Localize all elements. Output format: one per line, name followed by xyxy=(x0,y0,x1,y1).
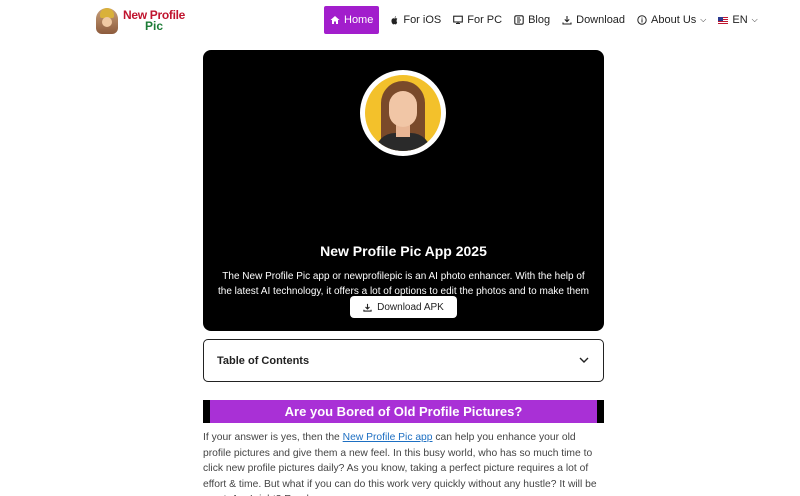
download-icon xyxy=(363,303,372,312)
logo-line2: Pic xyxy=(145,19,164,33)
chevron-down-icon: ⌵ xyxy=(700,15,707,24)
home-icon xyxy=(330,16,340,24)
nav-blog-label: Blog xyxy=(528,14,551,26)
logo-text: New Profile Pic xyxy=(123,9,185,33)
nav-pc[interactable]: For PC xyxy=(453,6,502,34)
chevron-down-icon: ⌵ xyxy=(751,15,758,24)
para-text-before: If your answer is yes, then the xyxy=(203,432,343,443)
download-apk-label: Download APK xyxy=(377,301,444,313)
site-logo[interactable]: New Profile Pic xyxy=(96,6,186,36)
nav-blog[interactable]: Blog xyxy=(514,6,550,34)
logo-avatar-icon xyxy=(96,8,118,34)
new-profile-pic-link[interactable]: New Profile Pic app xyxy=(343,432,433,443)
toc-title: Table of Contents xyxy=(217,354,310,367)
nav-language[interactable]: EN ⌵ xyxy=(718,6,758,34)
download-icon xyxy=(562,16,572,25)
nav-ios-label: For iOS xyxy=(403,14,442,26)
us-flag-icon xyxy=(718,16,729,24)
nav-about-label: About Us xyxy=(651,14,697,26)
table-of-contents-toggle[interactable]: Table of Contents xyxy=(203,339,604,382)
hero-avatar xyxy=(360,70,446,156)
chevron-down-icon xyxy=(578,351,590,370)
nav-download-label: Download xyxy=(576,14,626,26)
section-heading: Are you Bored of Old Profile Pictures? xyxy=(203,400,604,423)
hero-card: New Profile Pic App 2025 The New Profile… xyxy=(203,50,604,331)
site-header: New Profile Pic Home For iOS For PC Blog… xyxy=(0,0,800,40)
nav-language-label: EN xyxy=(732,14,748,26)
section-heading-text: Are you Bored of Old Profile Pictures? xyxy=(284,404,523,419)
info-icon xyxy=(637,15,647,25)
woman-portrait-icon xyxy=(365,75,441,151)
apple-icon xyxy=(391,16,398,25)
main-nav: Home For iOS For PC Blog Download About … xyxy=(324,6,770,34)
nav-home-label: Home xyxy=(344,14,374,26)
nav-ios[interactable]: For iOS xyxy=(389,6,441,34)
nav-about[interactable]: About Us ⌵ xyxy=(637,6,706,34)
intro-paragraph: If your answer is yes, then the New Prof… xyxy=(203,430,604,496)
download-apk-button[interactable]: Download APK xyxy=(350,296,457,318)
nav-pc-label: For PC xyxy=(467,14,503,26)
nav-home[interactable]: Home xyxy=(324,6,380,34)
monitor-icon xyxy=(453,15,464,24)
hero-title: New Profile Pic App 2025 xyxy=(320,243,487,259)
blog-icon xyxy=(514,15,524,25)
nav-download[interactable]: Download xyxy=(562,6,625,34)
